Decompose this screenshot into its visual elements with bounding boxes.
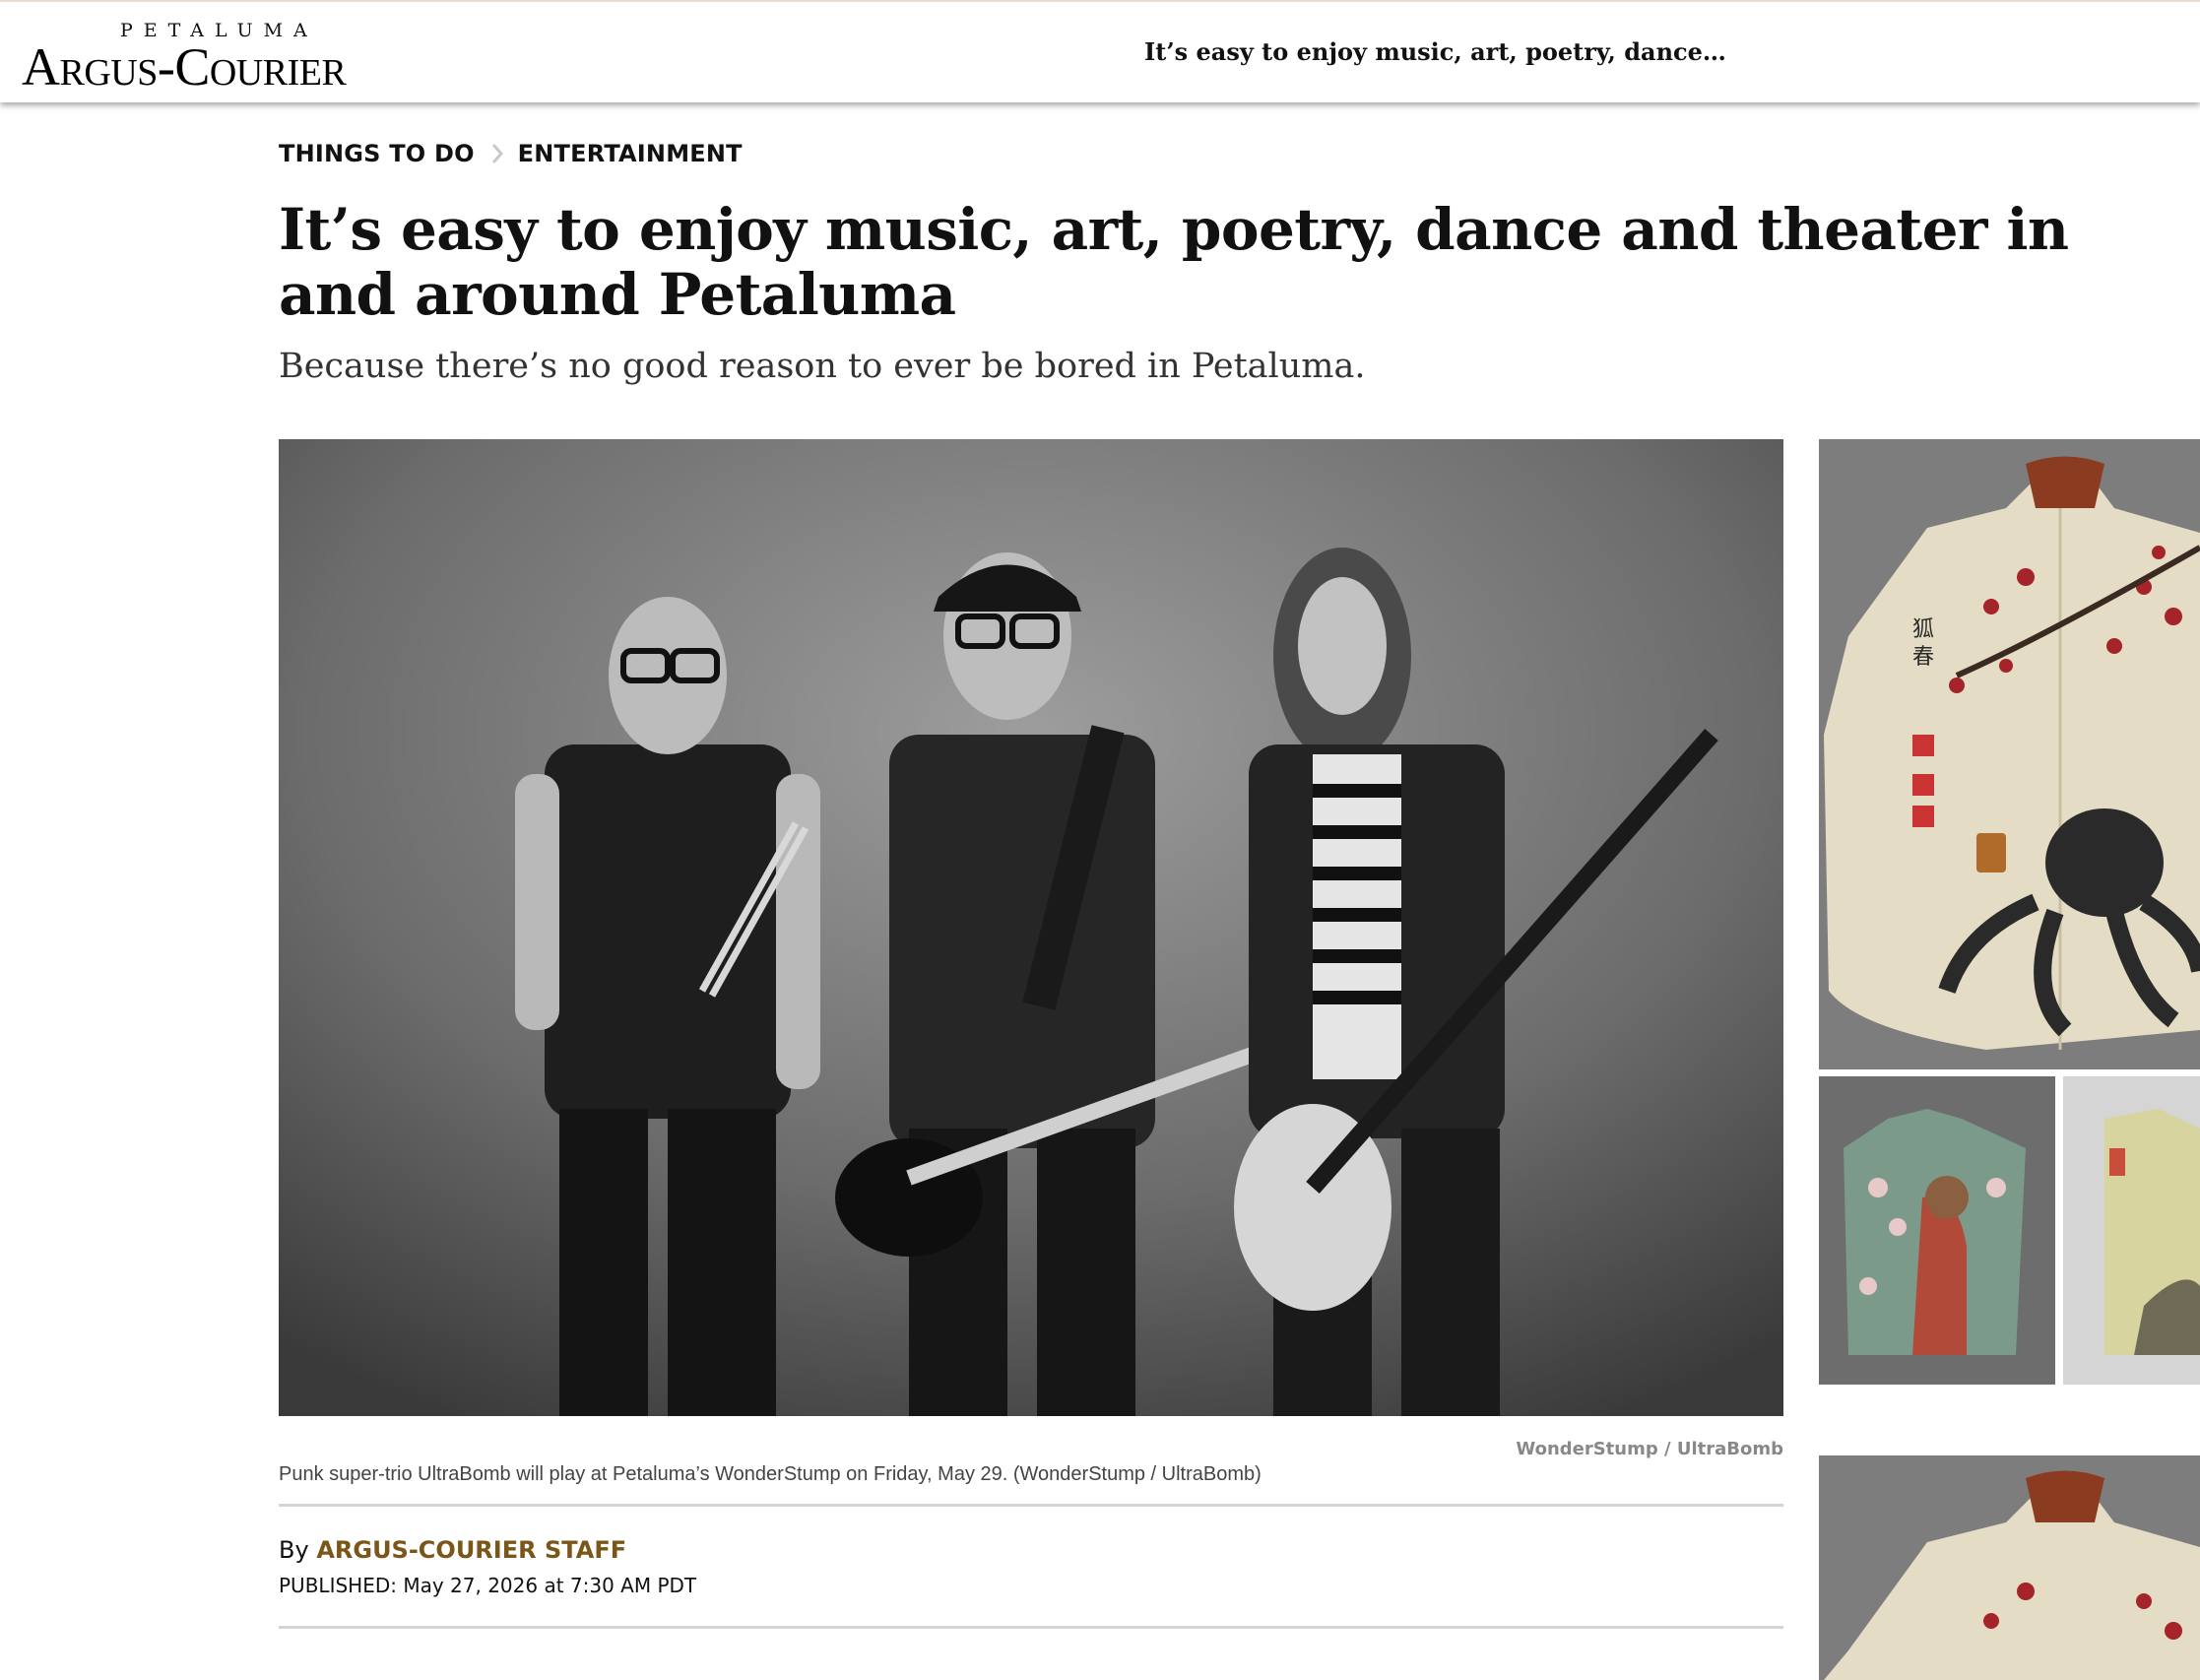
photo-credit: WonderStump / UltraBomb (1516, 1439, 1783, 1459)
svg-text:狐: 狐 (1912, 617, 1934, 642)
divider (279, 1626, 1783, 1629)
publish-date: PUBLISHED: May 27, 2026 at 7:30 AM PDT (279, 1574, 697, 1597)
svg-text:春: 春 (1912, 645, 1934, 670)
site-logo[interactable]: PETALUMA Argus-Courier (22, 16, 396, 97)
byline-prefix: By (279, 1536, 309, 1564)
divider (279, 1504, 1783, 1507)
article-dek: Because there’s no good reason to ever b… (279, 347, 1366, 386)
breadcrumb: THINGS TO DO ENTERTAINMENT (279, 140, 743, 167)
author-link[interactable]: ARGUS-COURIER STAFF (316, 1536, 626, 1564)
site-header: PETALUMA Argus-Courier It’s easy to enjo… (0, 0, 2200, 102)
ad-image: 狐 春 (1819, 439, 2200, 1680)
breadcrumb-entertainment[interactable]: ENTERTAINMENT (518, 140, 743, 167)
byline: By ARGUS-COURIER STAFF (279, 1536, 626, 1564)
lead-photo[interactable] (279, 439, 1783, 1416)
photo-caption: Punk super-trio UltraBomb will play at P… (279, 1463, 1262, 1485)
band-photo-image (279, 439, 1783, 1416)
breadcrumb-things-to-do[interactable]: THINGS TO DO (279, 140, 475, 167)
chevron-right-icon (491, 144, 503, 163)
sticky-headline: It’s easy to enjoy music, art, poetry, d… (1144, 37, 1726, 66)
article-headline: It’s easy to enjoy music, art, poetry, d… (279, 196, 2069, 328)
logo-wordmark: Argus-Courier (22, 37, 347, 97)
advertisement[interactable]: 狐 春 (1819, 439, 2200, 1680)
